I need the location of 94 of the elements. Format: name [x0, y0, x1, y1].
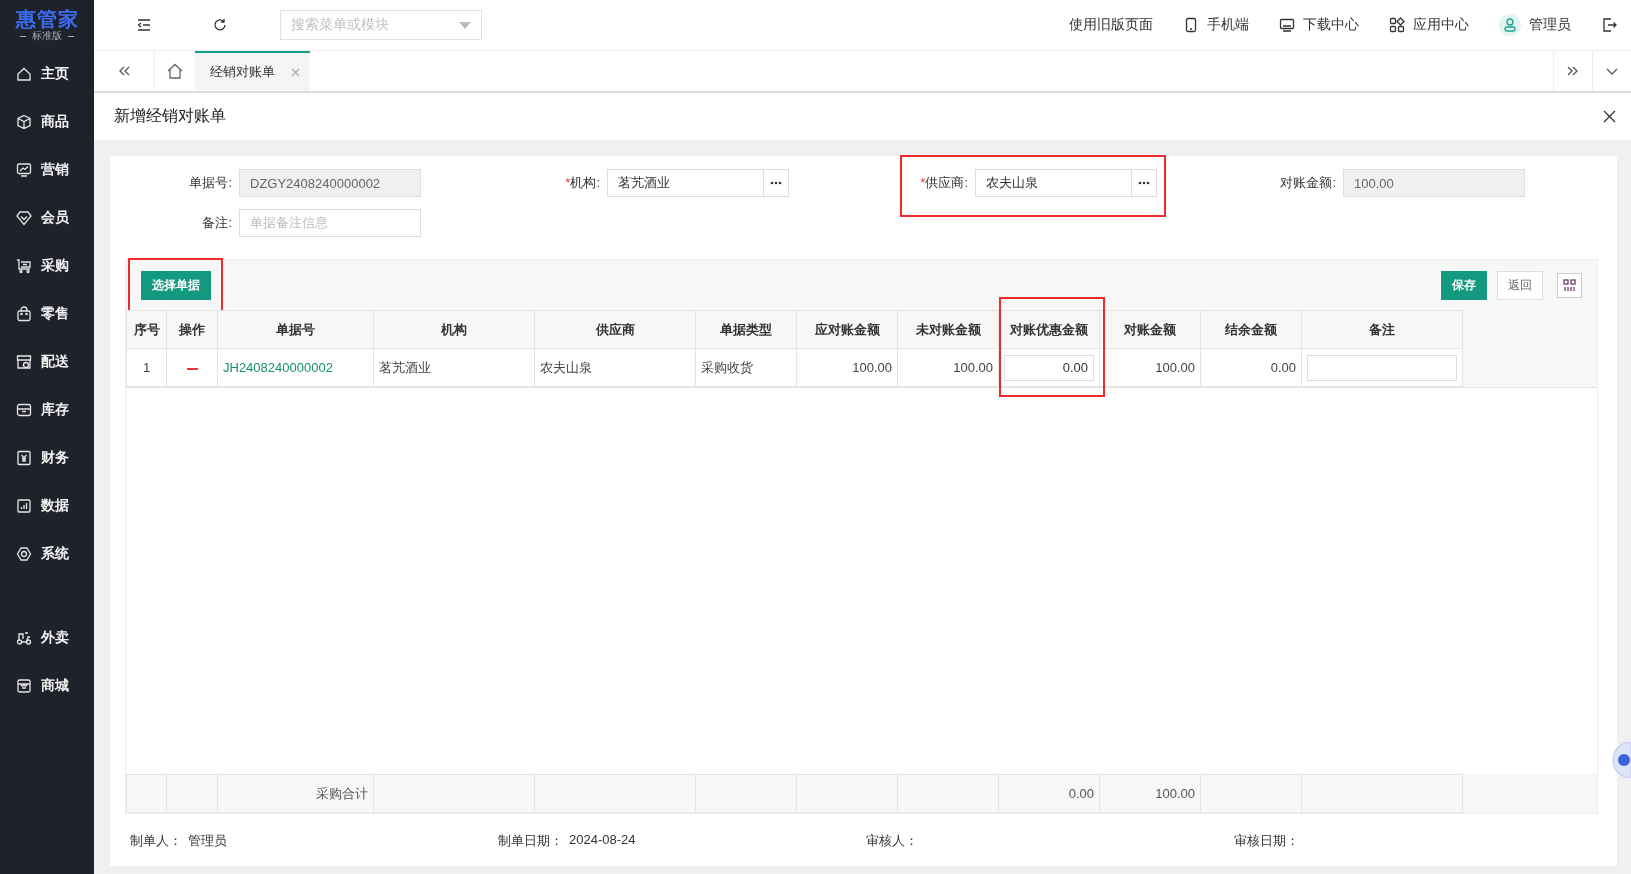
monitor-icon	[1279, 17, 1295, 33]
table-cell: 100.00	[1099, 348, 1201, 387]
column-header: 序号	[126, 310, 167, 349]
sidebar-item[interactable]: 库存	[0, 386, 94, 434]
column-header: 机构	[373, 310, 535, 349]
column-header: 对账金额	[1099, 310, 1201, 349]
discount-input[interactable]: 0.00	[1004, 354, 1094, 381]
sidebar-item[interactable]: 营销	[0, 146, 94, 194]
field-label: *机构:	[564, 174, 600, 192]
settings-icon	[16, 546, 32, 562]
remove-row-icon[interactable]	[186, 367, 198, 370]
sidebar-item[interactable]: 财务	[0, 434, 94, 482]
field-label: 单据号:	[188, 174, 232, 192]
double-left-icon	[118, 65, 130, 77]
footer-label: 审核日期：	[1234, 832, 1299, 850]
sidebar-item[interactable]: 系统	[0, 530, 94, 578]
remark-cell-input[interactable]	[1307, 354, 1457, 381]
home-icon	[166, 62, 184, 80]
sidebar-item[interactable]: 配送	[0, 338, 94, 386]
chart-monitor-icon	[16, 162, 32, 178]
field-label: 备注:	[201, 214, 232, 232]
close-icon[interactable]	[1603, 110, 1616, 123]
header-link[interactable]: 使用旧版页面	[1069, 16, 1153, 34]
more-icon	[1138, 181, 1150, 185]
readonly-field: 100.00	[1343, 169, 1525, 197]
footer-label: 审核人：	[866, 832, 918, 850]
column-header: 应对账金额	[796, 310, 898, 349]
double-right-icon	[1567, 65, 1579, 77]
column-header: 备注	[1301, 310, 1463, 349]
header-link[interactable]: 手机端	[1183, 16, 1249, 34]
table-cell: 1	[126, 348, 167, 387]
logout-icon[interactable]	[1601, 17, 1617, 33]
store-icon	[16, 354, 32, 370]
picker-field[interactable]: 茗艽酒业	[607, 169, 789, 197]
column-header: 供应商	[534, 310, 696, 349]
header-link[interactable]: 管理员	[1499, 14, 1571, 36]
page-tab[interactable]: 经销对账单	[195, 51, 310, 91]
sidebar-item[interactable]: 商城	[0, 662, 94, 710]
footer-value: 管理员	[188, 832, 227, 850]
scooter-icon	[16, 630, 32, 646]
summary-cell: 0.00	[998, 774, 1100, 813]
header-link[interactable]: 应用中心	[1389, 16, 1469, 34]
bar-chart-icon	[16, 498, 32, 514]
yen-icon	[16, 450, 32, 466]
footer-label: 制单日期：	[498, 832, 563, 850]
sidebar-item[interactable]: 商品	[0, 98, 94, 146]
home-icon	[16, 66, 32, 82]
user-avatar-icon	[1499, 14, 1521, 36]
column-settings-button[interactable]	[1557, 272, 1582, 298]
readonly-field: DZGY2408240000002	[239, 169, 421, 197]
sidebar-item[interactable]: 主页	[0, 50, 94, 98]
column-header: 结余金额	[1200, 310, 1302, 349]
picker-field[interactable]: 农夫山泉	[975, 169, 1157, 197]
apps-icon	[1389, 17, 1405, 33]
logo-subtitle: 标准版	[32, 30, 62, 42]
field-label: *供应商:	[919, 174, 968, 192]
shop-icon	[16, 678, 32, 694]
summary-label: 采购合计	[217, 774, 374, 813]
column-header: 未对账金额	[897, 310, 999, 349]
sidebar-item[interactable]: 外卖	[0, 614, 94, 662]
storage-box-icon	[16, 402, 32, 418]
grid-icon	[1563, 278, 1576, 292]
column-header: 操作	[166, 310, 218, 349]
field-label: 对账金额:	[1279, 174, 1336, 192]
phone-icon	[1183, 17, 1199, 33]
diamond-icon	[16, 210, 32, 226]
header-link[interactable]: 下载中心	[1279, 16, 1359, 34]
table-cell: 0.00	[1200, 348, 1302, 387]
sidebar-item[interactable]: 采购	[0, 242, 94, 290]
sidebar-item[interactable]: 会员	[0, 194, 94, 242]
assistant-bubble-icon	[1609, 742, 1631, 778]
column-header: 单据号	[217, 310, 374, 349]
back-button[interactable]: 返回	[1497, 270, 1543, 300]
summary-cell: 100.00	[1099, 774, 1201, 813]
cart-icon	[16, 258, 32, 274]
table-cell: 茗艽酒业	[373, 348, 535, 387]
select-documents-button[interactable]: 选择单据	[141, 270, 211, 300]
sidebar-item[interactable]: 数据	[0, 482, 94, 530]
cube-icon	[16, 114, 32, 130]
column-header: 单据类型	[695, 310, 797, 349]
table-cell: 采购收货	[695, 348, 797, 387]
table-cell: 100.00	[897, 348, 999, 387]
page-title: 新增经销对账单	[114, 106, 226, 126]
logo-title: 惠管家	[15, 8, 79, 30]
table-cell: 100.00	[796, 348, 898, 387]
column-header: 对账优惠金额	[998, 310, 1100, 349]
save-button[interactable]: 保存	[1441, 270, 1487, 300]
footer-value: 2024-08-24	[569, 832, 636, 849]
close-icon	[291, 67, 300, 77]
sidebar-item[interactable]: 零售	[0, 290, 94, 338]
more-icon	[770, 181, 782, 185]
bag-icon	[16, 306, 32, 322]
footer-label: 制单人：	[130, 832, 182, 850]
table-cell: 农夫山泉	[534, 348, 696, 387]
